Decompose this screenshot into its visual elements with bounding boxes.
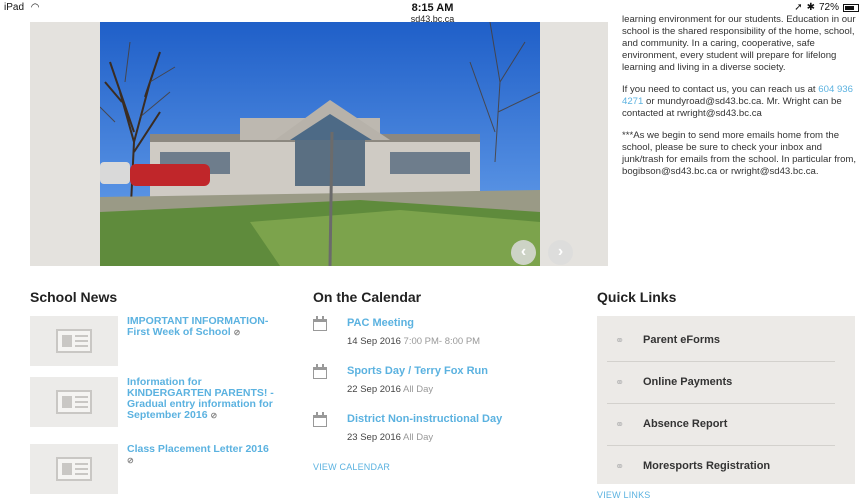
school-photo <box>100 22 540 266</box>
news-title-link[interactable]: Information for KINDERGARTEN PARENTS! - … <box>127 377 277 421</box>
link-icon: ⚭ <box>615 377 625 389</box>
quick-link-absence-report[interactable]: ⚭ Absence Report <box>607 404 835 446</box>
intro-paragraph-1: learning environment for our students. E… <box>622 14 856 73</box>
quick-link-label: Online Payments <box>643 376 733 388</box>
paperclip-icon: ⊘ <box>127 456 134 465</box>
event-date: 22 Sep 2016 All Day <box>347 384 433 395</box>
battery-icon <box>843 3 859 12</box>
news-title-text: Information for KINDERGARTEN PARENTS! - … <box>127 376 274 421</box>
calendar-heading: On the Calendar <box>313 289 422 305</box>
event-date: 23 Sep 2016 All Day <box>347 432 433 443</box>
intro-paragraph-2: If you need to contact us, you can reach… <box>622 84 865 120</box>
quick-links-panel: ⚭ Parent eForms ⚭ Online Payments ⚭ Abse… <box>597 316 855 484</box>
link-icon: ⚭ <box>615 419 625 431</box>
bluetooth-icon: ✱ <box>806 2 815 13</box>
contact-text: If you need to contact us, you can reach… <box>622 84 816 95</box>
paperclip-icon: ⊘ <box>210 411 218 420</box>
status-right: ➚ ✱ 72% <box>794 2 859 13</box>
view-calendar-link[interactable]: VIEW CALENDAR <box>313 462 390 472</box>
quick-link-parent-eforms[interactable]: ⚭ Parent eForms <box>607 320 835 362</box>
event-date-value: 23 Sep 2016 <box>347 432 401 443</box>
link-icon: ⚭ <box>615 461 625 473</box>
document-icon <box>56 457 92 481</box>
event-time: 7:00 PM- 8:00 PM <box>403 336 481 347</box>
document-icon <box>56 329 92 353</box>
link-icon: ⚭ <box>615 335 625 347</box>
battery-percent: 72% <box>818 2 839 13</box>
quick-link-online-payments[interactable]: ⚭ Online Payments <box>607 362 835 404</box>
event-title-link[interactable]: Sports Day / Terry Fox Run <box>347 365 488 377</box>
quick-link-label: Parent eForms <box>643 334 721 346</box>
clock: 8:15 AM <box>411 2 454 14</box>
contact-email-text: or mundyroad@sd43.bc.ca. Mr. Wright can … <box>622 96 842 119</box>
location-icon: ➚ <box>794 2 803 13</box>
event-title-link[interactable]: District Non-instructional Day <box>347 413 502 425</box>
calendar-icon <box>313 412 327 427</box>
event-title-link[interactable]: PAC Meeting <box>347 317 414 329</box>
quick-link-moresports-registration[interactable]: ⚭ Moresports Registration <box>607 446 835 488</box>
slideshow-prev-button[interactable]: ‹ <box>511 240 536 265</box>
news-title-link[interactable]: IMPORTANT INFORMATION- First Week of Sch… <box>127 316 277 338</box>
school-intro: learning environment for our students. E… <box>622 14 865 188</box>
calendar-icon <box>313 364 327 379</box>
news-thumbnail <box>30 316 118 366</box>
news-thumbnail <box>30 444 118 494</box>
news-title-link[interactable]: Class Placement Letter 2016 ⊘ <box>127 444 277 466</box>
event-date-value: 22 Sep 2016 <box>347 384 401 395</box>
quick-links-heading: Quick Links <box>597 289 677 305</box>
event-date: 14 Sep 2016 7:00 PM- 8:00 PM <box>347 336 480 347</box>
document-icon <box>56 390 92 414</box>
slideshow-next-button[interactable]: › <box>548 240 573 265</box>
event-time: All Day <box>403 432 434 443</box>
quick-link-label: Absence Report <box>643 418 728 430</box>
calendar-icon <box>313 316 327 331</box>
view-links-link[interactable]: VIEW LINKS <box>597 490 651 500</box>
school-news-heading: School News <box>30 289 118 305</box>
news-thumbnail <box>30 377 118 427</box>
event-date-value: 14 Sep 2016 <box>347 336 401 347</box>
quick-link-label: Moresports Registration <box>643 460 771 472</box>
news-title-text: Class Placement Letter 2016 <box>127 443 269 455</box>
news-title-text: IMPORTANT INFORMATION- First Week of Sch… <box>127 315 269 338</box>
event-time: All Day <box>403 384 434 395</box>
paperclip-icon: ⊘ <box>233 328 241 337</box>
intro-paragraph-3: ***As we begin to send more emails home … <box>622 130 857 177</box>
